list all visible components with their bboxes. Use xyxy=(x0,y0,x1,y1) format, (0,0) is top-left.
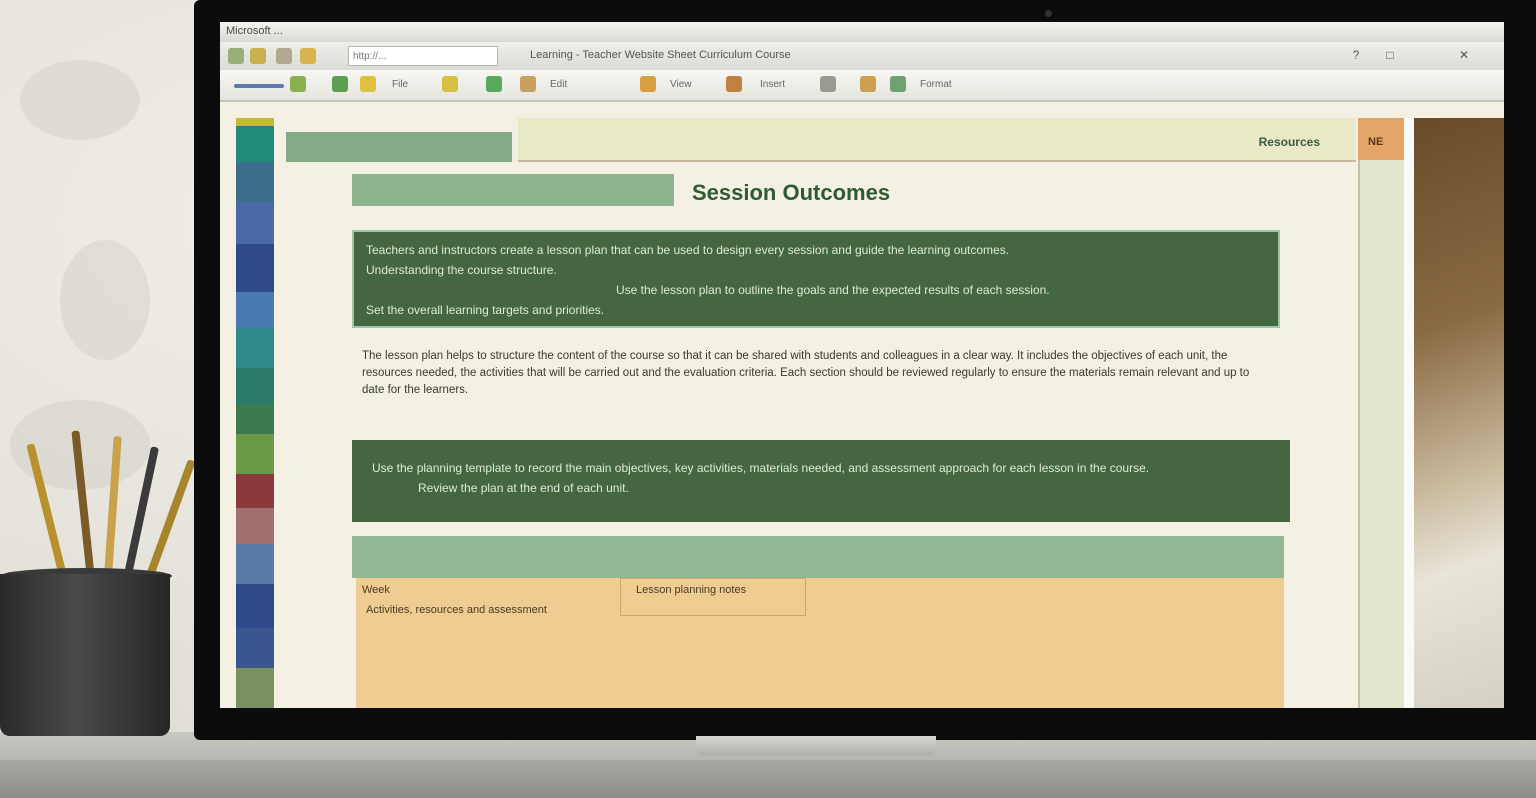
resources-link[interactable]: Resources xyxy=(1259,135,1320,149)
note-box: Use the planning template to record the … xyxy=(352,440,1290,522)
outcomes-line: Understanding the course structure. xyxy=(366,263,557,277)
link-icon[interactable] xyxy=(820,76,836,92)
note-line: Use the planning template to record the … xyxy=(372,461,1150,475)
back-icon[interactable] xyxy=(228,48,244,64)
toolbar-format[interactable]: Format xyxy=(920,79,952,90)
header-nav: Resources xyxy=(518,118,1356,162)
scrollbar[interactable] xyxy=(1404,118,1414,708)
desk-edge xyxy=(0,760,1536,798)
folder-icon[interactable] xyxy=(300,48,316,64)
new-icon[interactable] xyxy=(234,84,284,88)
header-bar xyxy=(286,132,512,162)
help-icon[interactable]: ? xyxy=(1348,48,1364,62)
outcomes-line: Use the lesson plan to outline the goals… xyxy=(616,283,1050,297)
app-title: Microsoft ... xyxy=(226,25,283,37)
header-tab-label: NE xyxy=(1368,136,1384,148)
table-cell[interactable]: Week xyxy=(362,584,390,596)
print-icon[interactable] xyxy=(332,76,348,92)
table-body: Week Lesson planning notes Activities, r… xyxy=(356,578,1284,708)
save-icon[interactable] xyxy=(290,76,306,92)
outcomes-line: Set the overall learning targets and pri… xyxy=(366,303,605,317)
body-paragraph: The lesson plan helps to structure the c… xyxy=(362,350,1250,396)
color-strip xyxy=(236,118,274,708)
toolbar-edit[interactable]: Edit xyxy=(550,79,567,90)
tool-icon[interactable] xyxy=(520,76,536,92)
pencil-cup xyxy=(0,574,170,736)
section-title: Session Outcomes xyxy=(692,180,891,205)
settings-icon[interactable] xyxy=(890,76,906,92)
close-icon[interactable]: ✕ xyxy=(1456,48,1472,62)
side-panel xyxy=(1358,160,1406,708)
section-banner xyxy=(352,174,674,206)
table-cell[interactable]: Activities, resources and assessment xyxy=(366,604,547,616)
chart-icon[interactable] xyxy=(726,76,742,92)
main-content: Session Outcomes Teachers and instructor… xyxy=(276,162,1358,708)
toolbar-insert[interactable]: Insert xyxy=(760,79,785,90)
outcomes-line: Teachers and instructors create a lesson… xyxy=(366,243,1010,257)
forward-icon[interactable] xyxy=(250,48,266,64)
outcomes-box: Teachers and instructors create a lesson… xyxy=(352,230,1280,328)
header-tab[interactable]: NE xyxy=(1358,118,1404,160)
play-icon[interactable] xyxy=(486,76,502,92)
book-photo xyxy=(1414,118,1504,708)
table-header xyxy=(352,536,1284,578)
brush-icon[interactable] xyxy=(640,76,656,92)
edit-icon[interactable] xyxy=(442,76,458,92)
home-icon[interactable] xyxy=(276,48,292,64)
monitor-stand xyxy=(696,736,936,756)
note-line: Review the plan at the end of each unit. xyxy=(418,481,629,495)
toolbar-file[interactable]: File xyxy=(392,79,408,90)
title-bar: Microsoft ... xyxy=(220,22,1504,42)
table-cell[interactable]: Lesson planning notes xyxy=(636,584,746,596)
star-icon[interactable] xyxy=(360,76,376,92)
maximize-icon[interactable]: □ xyxy=(1382,48,1398,62)
menu-bar: http://... Learning - Teacher Website Sh… xyxy=(220,42,1504,71)
toolbar: File Edit View Insert Format xyxy=(220,70,1504,102)
camera-icon xyxy=(1045,10,1052,17)
toolbar-view[interactable]: View xyxy=(670,79,692,90)
screen: Microsoft ... http://... Learning - Teac… xyxy=(220,22,1504,708)
document-title: Learning - Teacher Website Sheet Curricu… xyxy=(530,49,791,61)
address-field[interactable]: http://... xyxy=(348,46,498,66)
flag-icon[interactable] xyxy=(860,76,876,92)
